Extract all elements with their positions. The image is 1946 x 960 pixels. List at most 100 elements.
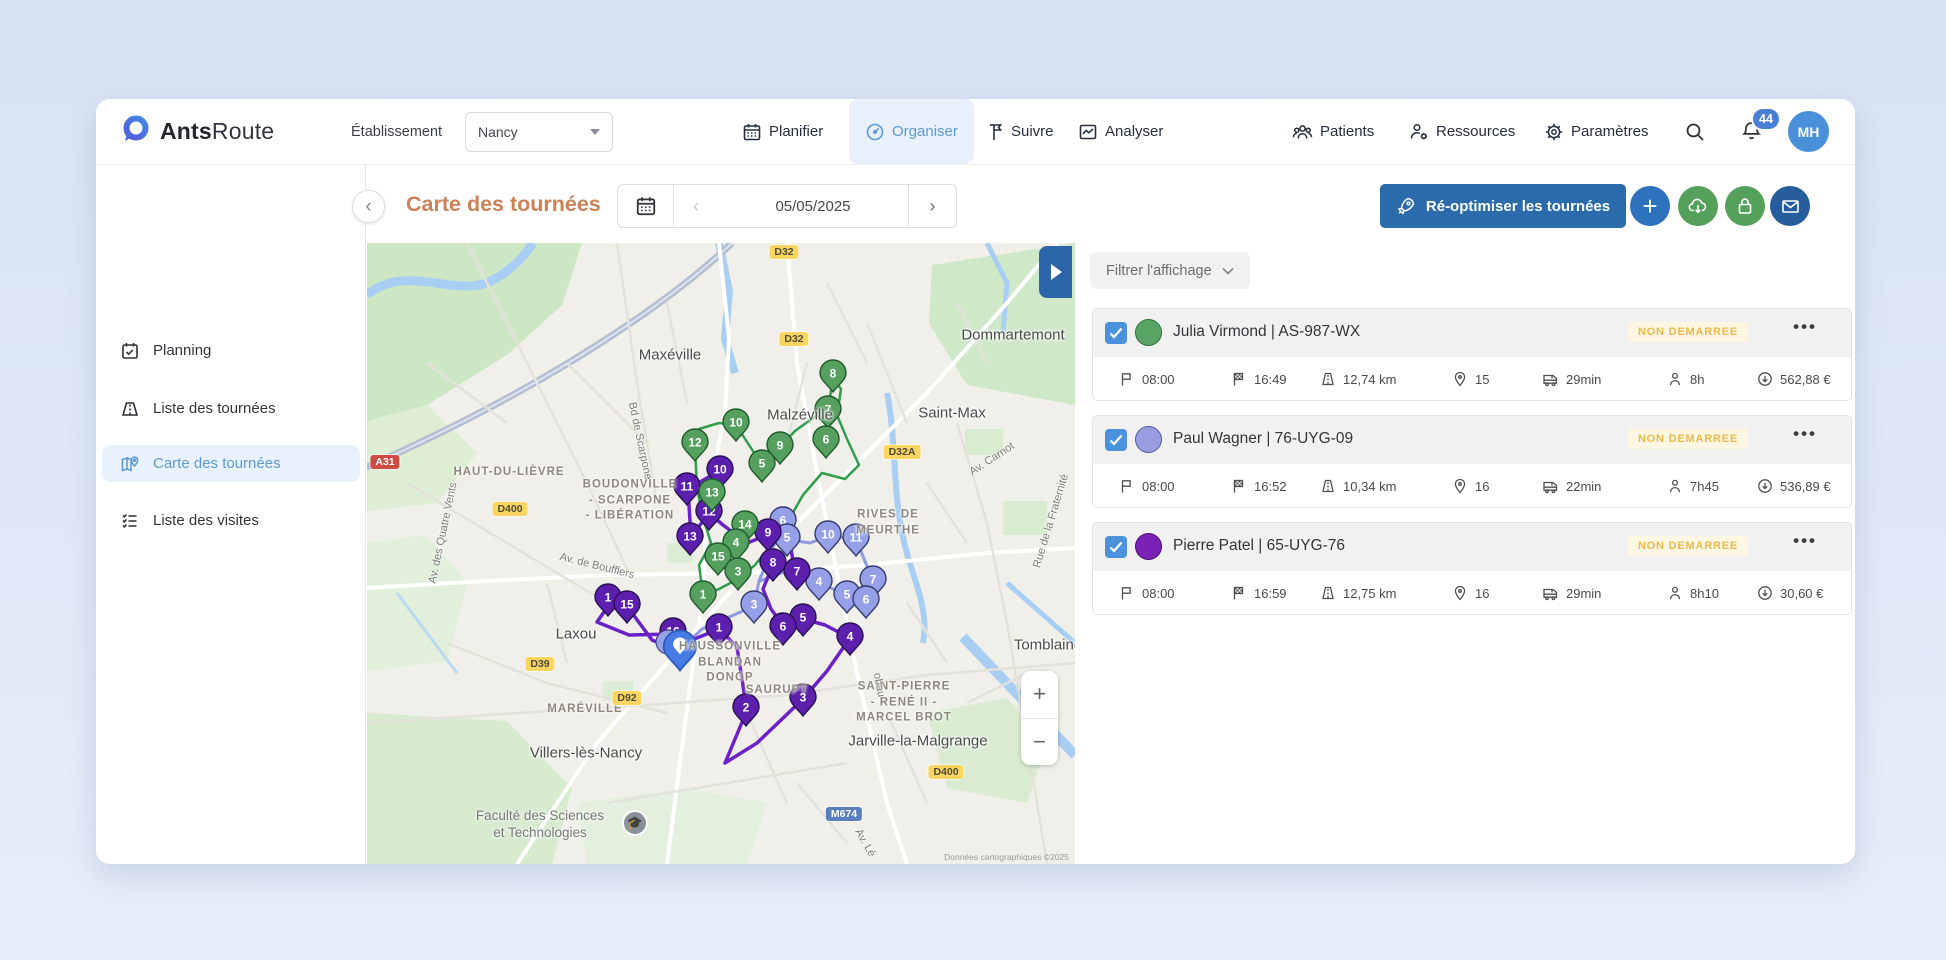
route-stat-start: 08:00 (1119, 571, 1175, 615)
nav-parametres[interactable]: Paramètres (1544, 99, 1649, 164)
road-shield: D32 (779, 332, 808, 346)
sidebar: Planning Liste des tournées Carte des to… (96, 164, 366, 864)
sidebar-item-carte-des-tournees[interactable]: Carte des tournées (102, 445, 360, 482)
map-marker[interactable]: 9 (755, 519, 781, 551)
previous-day-button[interactable]: ‹ (674, 185, 718, 227)
map-marker[interactable]: 10 (815, 521, 841, 553)
reoptimize-button[interactable]: Ré-optimiser les tournées (1380, 184, 1626, 228)
route-menu-button[interactable]: ••• (1793, 317, 1817, 337)
route-menu-button[interactable]: ••• (1793, 424, 1817, 444)
nav-patients[interactable]: Patients (1292, 99, 1374, 164)
route-card-header: Julia Virmond | AS-987-WXNON DEMARREE••• (1093, 309, 1851, 357)
map-district-label: HAUSSONVILLE BLANDAN DONOP (679, 640, 781, 687)
map-marker[interactable]: 11 (674, 473, 700, 505)
tab-organiser[interactable]: Organiser (849, 99, 974, 164)
map-town-label: Villers-lès-Nancy (530, 745, 642, 762)
route-driver-name: Pierre Patel | 65-UYG-76 (1173, 537, 1345, 555)
zoom-out-button[interactable]: − (1021, 719, 1058, 766)
tab-analyser[interactable]: Analyser (1078, 99, 1163, 164)
tab-suivre[interactable]: Suivre (984, 99, 1054, 164)
filter-display-button[interactable]: Filtrer l'affichage (1090, 252, 1250, 289)
route-menu-button[interactable]: ••• (1793, 531, 1817, 551)
van-icon (1542, 371, 1559, 387)
zoom-in-button[interactable]: + (1021, 671, 1058, 719)
map-marker[interactable]: 6 (853, 586, 879, 618)
svg-text:9: 9 (765, 526, 772, 540)
nav-ressources[interactable]: Ressources (1409, 99, 1515, 164)
calendar-button[interactable] (618, 185, 674, 227)
brand-logo[interactable]: AntsRoute (120, 99, 274, 164)
next-day-button[interactable]: › (908, 185, 956, 227)
envelope-icon (1780, 196, 1801, 217)
road-shield: D400 (928, 765, 963, 779)
add-button[interactable]: + (1630, 186, 1670, 226)
route-stat-distance: 10,34 km (1320, 464, 1396, 508)
arrow-right-icon (1047, 262, 1065, 282)
establishment-select[interactable]: Nancy (465, 112, 613, 152)
svg-text:12: 12 (688, 436, 702, 450)
svg-text:8: 8 (770, 556, 777, 570)
collapse-panel-button[interactable] (1039, 246, 1072, 298)
map-marker[interactable]: 8 (820, 360, 846, 392)
page-title: Carte des tournées (406, 192, 601, 217)
routes-panel: Filtrer l'affichage Julia Virmond | AS-9… (1087, 243, 1855, 864)
lock-button[interactable] (1725, 186, 1765, 226)
route-status-badge: NON DEMARREE (1628, 429, 1748, 449)
route-stat-stops: 15 (1452, 357, 1489, 401)
svg-text:4: 4 (847, 630, 854, 644)
driver-color-dot (1135, 319, 1162, 346)
map-marker[interactable]: 12 (682, 429, 708, 461)
finish-icon (1231, 585, 1247, 601)
top-navbar: AntsRoute Établissement Nancy Planifier … (96, 99, 1855, 164)
svg-text:5: 5 (800, 611, 807, 625)
send-mail-button[interactable] (1770, 186, 1810, 226)
map-marker[interactable]: 10 (723, 409, 749, 441)
map-marker[interactable]: 7 (784, 558, 810, 590)
map-marker[interactable]: 2 (733, 694, 759, 726)
route-card: Julia Virmond | AS-987-WXNON DEMARREE•••… (1092, 308, 1852, 401)
map-pin-icon (120, 454, 140, 474)
map-marker[interactable]: 5 (749, 450, 775, 482)
gauge-icon (865, 122, 885, 142)
route-checkbox[interactable] (1105, 322, 1127, 344)
map-zoom-control: + − (1021, 671, 1058, 765)
route-checkbox[interactable] (1105, 536, 1127, 558)
map-town-label: Saint-Max (918, 405, 986, 422)
route-checkbox[interactable] (1105, 429, 1127, 451)
map-marker[interactable]: 1 (690, 581, 716, 613)
map-district-label: MARÉVILLE (547, 702, 622, 718)
route-stat-cost: 562,88 € (1757, 357, 1831, 401)
sidebar-item-liste-des-tournees[interactable]: Liste des tournées (102, 390, 360, 427)
pin-icon (1452, 585, 1468, 601)
current-date: 05/05/2025 (718, 185, 908, 227)
user-avatar[interactable]: MH (1788, 111, 1829, 152)
routes-map[interactable]: 6105117456310111291387115561164328710612… (367, 243, 1075, 864)
person-gear-icon (1409, 122, 1429, 142)
map-town-label: Laxou (556, 626, 597, 643)
route-stat-stops: 16 (1452, 464, 1489, 508)
finish-icon (1231, 371, 1247, 387)
svg-text:13: 13 (683, 530, 697, 544)
map-marker[interactable]: 3 (741, 591, 767, 623)
map-marker[interactable]: 8 (760, 549, 786, 581)
establishment-label: Établissement (351, 99, 442, 164)
sidebar-item-liste-des-visites[interactable]: Liste des visites (102, 502, 360, 539)
lock-icon (1735, 196, 1755, 216)
route-driver-name: Julia Virmond | AS-987-WX (1173, 323, 1360, 341)
map-marker[interactable]: 6 (813, 426, 839, 458)
euro-icon (1757, 585, 1773, 601)
notification-count-badge: 44 (1751, 107, 1781, 131)
svg-text:5: 5 (784, 531, 791, 545)
route-stat-end: 16:59 (1231, 571, 1287, 615)
tab-planifier[interactable]: Planifier (742, 99, 823, 164)
svg-text:6: 6 (823, 433, 830, 447)
map-town-label: Maxéville (639, 347, 702, 364)
cloud-download-button[interactable] (1678, 186, 1718, 226)
svg-text:10: 10 (729, 416, 743, 430)
route-stats-row: 08:0016:4912,74 km1529min8h562,88 € (1093, 357, 1851, 401)
road-shield: D400 (492, 502, 527, 516)
collapse-sidebar-button[interactable]: ‹ (352, 190, 385, 223)
map-marker[interactable]: 13 (677, 523, 703, 555)
sidebar-item-planning[interactable]: Planning (102, 332, 360, 369)
search-button[interactable] (1684, 99, 1706, 164)
